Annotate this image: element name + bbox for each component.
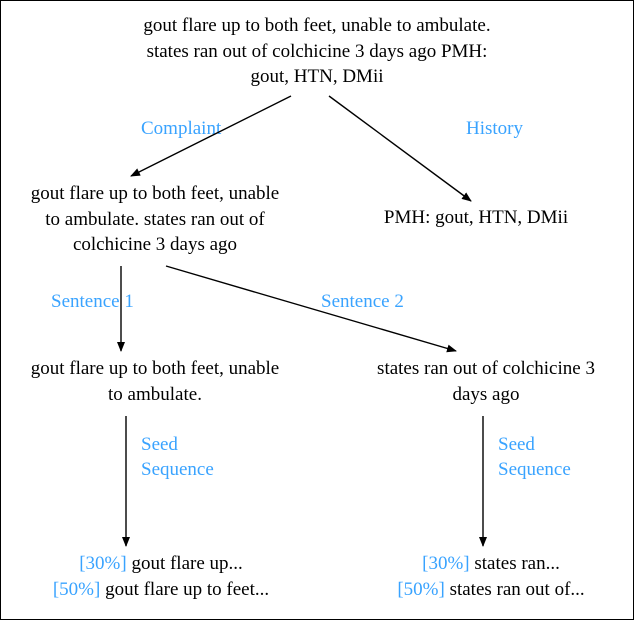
seed2-p2: [50%] <box>397 579 449 600</box>
complaint-line3: colchicine 3 days ago <box>73 234 237 255</box>
root-node: gout flare up to both feet, unable to am… <box>101 13 533 90</box>
root-line1: gout flare up to both feet, unable to am… <box>143 15 490 36</box>
seed2-t1: states ran... <box>474 553 559 574</box>
seed1-l2: Sequence <box>141 459 214 480</box>
seed2-t2: states ran out of... <box>450 579 585 600</box>
seed2-l1: Seed <box>498 434 535 455</box>
seed2-l2: Sequence <box>498 459 571 480</box>
root-line3: gout, HTN, DMii <box>251 66 384 87</box>
seed1-p1: [30%] <box>79 553 131 574</box>
seed1-t2: gout flare up to feet... <box>105 579 269 600</box>
edge-label-seed1: Seed Sequence <box>141 433 214 482</box>
seed2-results: [30%] states ran... [50%] states ran out… <box>361 551 621 602</box>
s1-line2: to ambulate. <box>108 384 202 405</box>
s1-line1: gout flare up to both feet, unable <box>31 358 280 379</box>
diagram-frame: gout flare up to both feet, unable to am… <box>0 0 634 620</box>
seed2-p1: [30%] <box>422 553 474 574</box>
edge-label-sentence2: Sentence 2 <box>321 290 404 315</box>
seed1-l1: Seed <box>141 434 178 455</box>
seed1-results: [30%] gout flare up... [50%] gout flare … <box>21 551 301 602</box>
history-node: PMH: gout, HTN, DMii <box>361 205 591 231</box>
edge-label-complaint: Complaint <box>141 117 221 142</box>
sentence1-node: gout flare up to both feet, unable to am… <box>5 356 305 407</box>
s2-line2: days ago <box>452 384 519 405</box>
seed1-p2: [50%] <box>53 579 105 600</box>
edge-label-sentence1: Sentence 1 <box>51 290 134 315</box>
complaint-line2: to ambulate. states ran out of <box>45 209 265 230</box>
s2-line1: states ran out of colchicine 3 <box>377 358 595 379</box>
root-line2: states ran out of colchicine 3 days ago … <box>147 41 488 62</box>
edge-label-history: History <box>466 117 523 142</box>
complaint-node: gout flare up to both feet, unable to am… <box>5 181 305 258</box>
complaint-line1: gout flare up to both feet, unable <box>31 183 280 204</box>
sentence2-node: states ran out of colchicine 3 days ago <box>346 356 626 407</box>
seed1-t1: gout flare up... <box>131 553 242 574</box>
edge-label-seed2: Seed Sequence <box>498 433 571 482</box>
